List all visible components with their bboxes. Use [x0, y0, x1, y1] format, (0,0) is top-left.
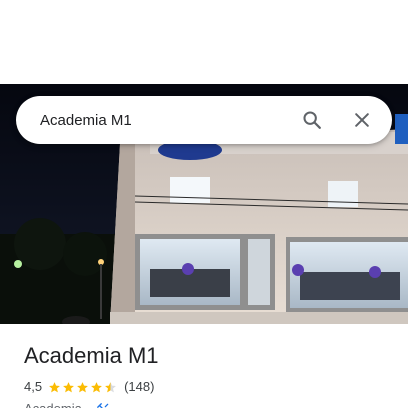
star-icon — [77, 381, 88, 392]
star-icon — [105, 381, 116, 392]
review-count[interactable]: (148) — [124, 378, 154, 396]
star-rating — [48, 381, 118, 394]
search-bar[interactable] — [16, 96, 392, 144]
separator: · — [87, 400, 91, 408]
star-icon — [49, 381, 60, 392]
place-category: Academia — [24, 400, 82, 408]
rating-value: 4,5 — [24, 379, 43, 394]
place-info-panel: Academia M1 4,5 (148) Academia · — [0, 324, 408, 408]
star-icon — [91, 381, 102, 392]
close-icon — [355, 113, 369, 127]
star-icon — [63, 381, 74, 392]
dumbbell-icon — [97, 403, 109, 408]
top-blank-area — [0, 0, 408, 84]
rating-row[interactable]: 4,5 (148) — [24, 378, 408, 396]
search-button[interactable] — [290, 98, 334, 142]
search-input[interactable] — [16, 96, 290, 144]
category-row: Academia · — [24, 400, 408, 408]
search-icon — [303, 111, 321, 129]
clear-search-button[interactable] — [340, 98, 384, 142]
place-title: Academia M1 — [24, 343, 159, 368]
